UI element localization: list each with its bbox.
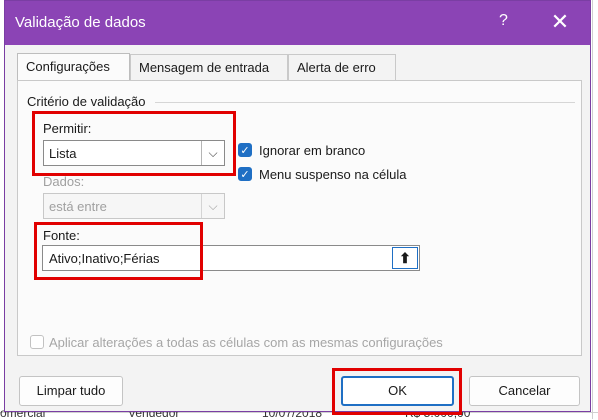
collapse-dialog-icon: ⬆ (399, 250, 411, 266)
in-cell-dropdown-label[interactable]: Menu suspenso na célula (259, 167, 406, 182)
clear-all-button[interactable]: Limpar tudo (19, 376, 123, 406)
chevron-down-icon: ⌵ (201, 194, 224, 218)
source-highlight-box (34, 222, 203, 280)
tab-settings[interactable]: Configurações (17, 53, 130, 81)
help-button[interactable]: ? (499, 12, 508, 30)
group-divider (155, 102, 575, 103)
dialog-title: Validação de dados (15, 14, 146, 31)
data-validation-dialog: Validação de dados ? ✕ Configurações Men… (4, 0, 591, 415)
ignore-blank-label[interactable]: Ignorar em branco (259, 143, 365, 158)
data-value: está entre (49, 199, 107, 214)
data-label: Dados: (43, 174, 85, 189)
allow-highlight-box (32, 111, 236, 176)
tab-input-message[interactable]: Mensagem de entrada (130, 54, 288, 80)
data-dropdown: está entre ⌵ (43, 193, 225, 219)
apply-all-checkbox[interactable] (30, 335, 44, 349)
apply-all-label[interactable]: Aplicar alterações a todas as células co… (49, 335, 443, 350)
validation-criteria-heading: Critério de validação (27, 94, 146, 109)
close-button[interactable]: ✕ (545, 9, 575, 35)
ignore-blank-checkbox[interactable]: ✓ (238, 143, 252, 157)
tab-error-alert[interactable]: Alerta de erro (288, 54, 396, 80)
ok-highlight-box (332, 368, 462, 415)
in-cell-dropdown-checkbox[interactable]: ✓ (238, 167, 252, 181)
cancel-button[interactable]: Cancelar (469, 376, 580, 406)
title-bar[interactable]: Validação de dados ? ✕ (5, 1, 590, 45)
range-picker-button[interactable]: ⬆ (392, 247, 418, 269)
sheet-gridline (592, 0, 593, 419)
